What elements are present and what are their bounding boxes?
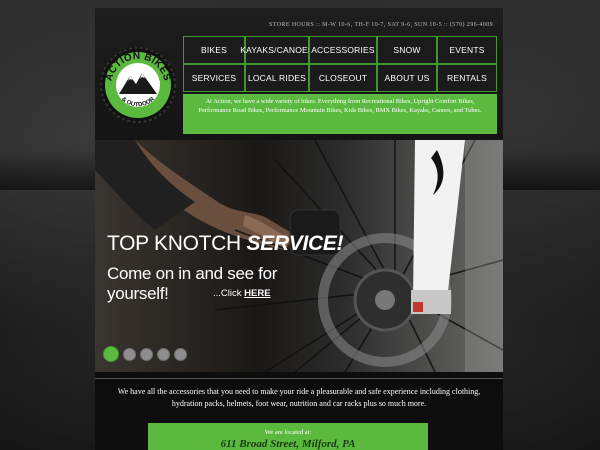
section-divider [95, 378, 503, 379]
main-nav: Bikes Kayaks/Canoes Accessories Snow Eve… [183, 36, 497, 92]
accessories-text: We have all the accessories that you nee… [117, 387, 481, 408]
nav-about-us[interactable]: About Us [377, 64, 437, 92]
location-address[interactable]: 611 Broad Street, Milford, PA [148, 438, 428, 450]
hero-headline: TOP KNOTCH SERVICE! [107, 232, 344, 256]
site-container: STORE HOURS :: M-W 10-6, TH-F 10-7, SAT … [95, 8, 503, 450]
nav-closeout[interactable]: Closeout [309, 64, 377, 92]
hero-cta-link[interactable]: HERE [244, 288, 270, 299]
hero-slider[interactable]: TOP KNOTCH SERVICE! Come on in and see f… [95, 140, 503, 372]
site-header: STORE HOURS :: M-W 10-6, TH-F 10-7, SAT … [95, 8, 503, 140]
logo-badge-icon: ACTION BIKES & OUTDOOR [100, 47, 176, 123]
hero-cta-prefix: ...Click [213, 288, 245, 299]
slide-dot-3[interactable] [140, 347, 153, 361]
nav-local-rides[interactable]: Local Rides [245, 64, 309, 92]
store-hours: STORE HOURS :: M-W 10-6, TH-F 10-7, SAT … [269, 22, 493, 28]
bike-wheel-photo [95, 140, 503, 372]
hero-headline-emphasis: SERVICE! [246, 232, 344, 255]
nav-bikes[interactable]: Bikes [183, 36, 245, 64]
hero-headline-plain: TOP KNOTCH [107, 232, 247, 255]
hero-cta: ...Click HERE [213, 288, 271, 299]
action-bikes-logo[interactable]: ACTION BIKES & OUTDOOR [99, 46, 177, 124]
nav-events[interactable]: Events [437, 36, 497, 64]
intro-text: At Action, we have a wide variety of bik… [183, 94, 497, 134]
slide-dot-2[interactable] [123, 347, 136, 361]
location-box: We are located at: 611 Broad Street, Mil… [148, 423, 428, 450]
nav-accessories[interactable]: Accessories [309, 36, 377, 64]
slide-dot-4[interactable] [157, 347, 170, 361]
nav-rentals[interactable]: Rentals [437, 64, 497, 92]
slider-pagination [103, 346, 187, 362]
slide-dot-5[interactable] [174, 347, 187, 361]
nav-kayaks-canoes[interactable]: Kayaks/Canoes [240, 36, 314, 64]
nav-services[interactable]: Services [183, 64, 245, 92]
location-label: We are located at: [264, 429, 312, 436]
nav-snow[interactable]: Snow [377, 36, 437, 64]
slide-dot-1[interactable] [103, 346, 119, 362]
